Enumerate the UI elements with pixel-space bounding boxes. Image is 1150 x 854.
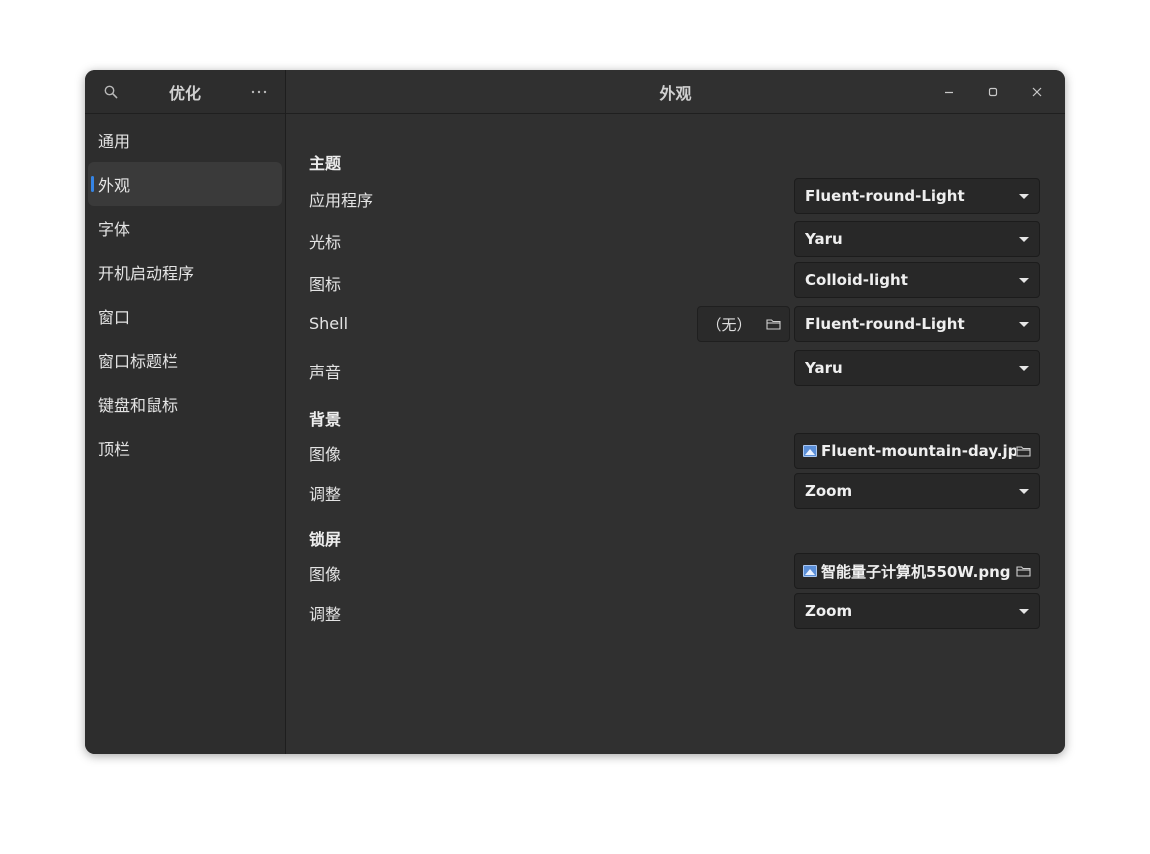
- dropdown-value: Fluent-round-Light: [805, 187, 965, 205]
- image-file-icon: [803, 565, 817, 577]
- sidebar-header: 优化: [85, 70, 285, 114]
- section-title-lockscreen: 锁屏: [309, 530, 342, 549]
- sidebar-item-general[interactable]: 通用: [88, 118, 282, 162]
- sidebar: 优化 通用 外观 字体 开机启动程序 窗口 窗口标题栏 键盘和鼠标 顶栏: [85, 70, 286, 754]
- dropdown-value: Fluent-round-Light: [805, 315, 965, 333]
- sidebar-item-top-bar[interactable]: 顶栏: [88, 426, 282, 470]
- dropdown-arrow-icon: [1019, 608, 1029, 614]
- dropdown-value: Colloid-light: [805, 271, 908, 289]
- row-label-background-image: 图像: [309, 445, 342, 464]
- icon-theme-dropdown[interactable]: Colloid-light: [794, 262, 1040, 298]
- sidebar-item-label: 外观: [98, 176, 131, 195]
- minimize-icon: [945, 91, 953, 93]
- lockscreen-adjust-dropdown[interactable]: Zoom: [794, 593, 1040, 629]
- appearance-settings: 主题 应用程序 Fluent-round-Light 光标 Yaru 图标 Co…: [286, 114, 1065, 754]
- search-button[interactable]: [91, 70, 131, 113]
- background-image-chooser[interactable]: Fluent-mountain-day.jpg: [794, 433, 1040, 469]
- dropdown-arrow-icon: [1019, 193, 1029, 199]
- sidebar-item-label: 通用: [98, 132, 131, 151]
- sidebar-item-appearance[interactable]: 外观: [88, 162, 282, 206]
- sidebar-title: 优化: [168, 83, 201, 103]
- main-panel: 外观 主题 应用程序 Fluent-round-Light 光标 Yaru 图标…: [286, 70, 1065, 754]
- sidebar-item-label: 键盘和鼠标: [98, 396, 179, 415]
- sidebar-item-label: 窗口: [98, 308, 131, 327]
- maximize-button[interactable]: [971, 70, 1015, 113]
- app-window: 优化 通用 外观 字体 开机启动程序 窗口 窗口标题栏 键盘和鼠标 顶栏 外观: [85, 70, 1065, 754]
- row-label-lockscreen-image: 图像: [309, 565, 342, 584]
- row-label-cursor: 光标: [309, 233, 342, 252]
- folder-icon: [1016, 446, 1031, 457]
- sidebar-item-startup-apps[interactable]: 开机启动程序: [88, 250, 282, 294]
- close-icon: [1032, 87, 1042, 96]
- applications-theme-dropdown[interactable]: Fluent-round-Light: [794, 178, 1040, 214]
- row-label-lockscreen-adjust: 调整: [309, 605, 342, 624]
- row-label-background-adjust: 调整: [309, 485, 342, 504]
- minimize-button[interactable]: [927, 70, 971, 113]
- sidebar-item-keyboard-mouse[interactable]: 键盘和鼠标: [88, 382, 282, 426]
- sidebar-item-window-titlebars[interactable]: 窗口标题栏: [88, 338, 282, 382]
- sidebar-item-windows[interactable]: 窗口: [88, 294, 282, 338]
- image-file-icon: [803, 445, 817, 457]
- cursor-theme-dropdown[interactable]: Yaru: [794, 221, 1040, 257]
- sidebar-item-label: 开机启动程序: [98, 264, 195, 283]
- main-header: 外观: [286, 70, 1065, 114]
- sidebar-item-fonts[interactable]: 字体: [88, 206, 282, 250]
- background-image-filename: Fluent-mountain-day.jpg: [821, 442, 1016, 460]
- row-label-shell: Shell: [309, 314, 349, 333]
- lockscreen-image-filename: 智能量子计算机550W.png: [821, 562, 1011, 581]
- dropdown-value: Yaru: [805, 359, 843, 377]
- sound-theme-dropdown[interactable]: Yaru: [794, 350, 1040, 386]
- folder-icon: [1016, 566, 1031, 577]
- menu-button[interactable]: [239, 70, 279, 113]
- close-button[interactable]: [1015, 70, 1059, 113]
- row-label-sound: 声音: [309, 363, 342, 382]
- maximize-icon: [988, 87, 998, 96]
- shell-file-none-label: （无）: [706, 315, 752, 334]
- shell-theme-dropdown[interactable]: Fluent-round-Light: [794, 306, 1040, 342]
- folder-icon: [765, 319, 781, 330]
- sidebar-item-label: 字体: [98, 220, 131, 239]
- section-title-theme: 主题: [309, 154, 342, 173]
- lockscreen-image-chooser[interactable]: 智能量子计算机550W.png: [794, 553, 1040, 589]
- section-title-background: 背景: [309, 410, 342, 429]
- more-icon: [251, 90, 267, 93]
- page-title: 外观: [659, 83, 692, 103]
- row-label-icons: 图标: [309, 275, 342, 294]
- dropdown-arrow-icon: [1019, 488, 1029, 494]
- sidebar-item-label: 窗口标题栏: [98, 352, 179, 371]
- dropdown-arrow-icon: [1019, 321, 1029, 327]
- search-icon: [104, 85, 118, 98]
- sidebar-item-label: 顶栏: [98, 440, 131, 459]
- dropdown-value: Zoom: [805, 482, 853, 500]
- dropdown-arrow-icon: [1019, 236, 1029, 242]
- shell-file-chooser-button[interactable]: （无）: [697, 306, 790, 342]
- dropdown-value: Zoom: [805, 602, 853, 620]
- dropdown-arrow-icon: [1019, 277, 1029, 283]
- sidebar-nav: 通用 外观 字体 开机启动程序 窗口 窗口标题栏 键盘和鼠标 顶栏: [85, 114, 285, 474]
- dropdown-arrow-icon: [1019, 365, 1029, 371]
- background-adjust-dropdown[interactable]: Zoom: [794, 473, 1040, 509]
- window-controls: [927, 70, 1059, 113]
- row-label-applications: 应用程序: [309, 191, 374, 210]
- dropdown-value: Yaru: [805, 230, 843, 248]
